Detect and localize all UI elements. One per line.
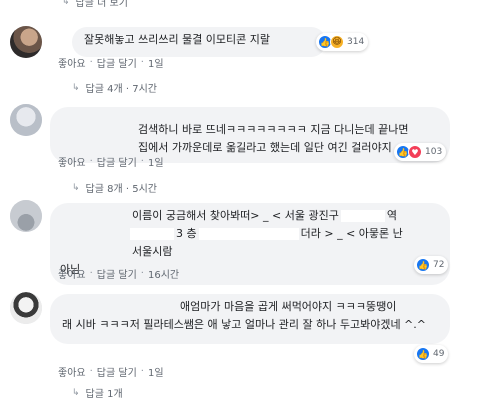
replies-label: 답글 4개 · 7시간: [85, 84, 157, 95]
comment-text-line1: 애엄마가 마음을 곱게 써먹어야지 ㅋㅋㅋ뚱땡이: [180, 300, 397, 313]
haha-icon: 😆: [330, 35, 344, 49]
comment-text: 잘못해놓고 쓰리쓰리 물결 이모티콘 지랄: [84, 33, 271, 46]
like-icon: 👍: [416, 347, 430, 361]
avatar[interactable]: [10, 292, 42, 324]
reply-arrow-icon: ↳: [72, 82, 80, 93]
reaction-count: 72: [433, 260, 445, 270]
view-more-replies-link[interactable]: ↳ 답글 더 보기: [62, 0, 128, 9]
like-action[interactable]: 좋아요: [58, 266, 86, 281]
reply-arrow-icon: ↳: [62, 0, 70, 7]
replies-label: 답글 1개: [85, 389, 123, 400]
avatar[interactable]: [10, 200, 42, 232]
reply-arrow-icon: ↳: [72, 387, 80, 398]
reply-action[interactable]: 답글 달기: [97, 266, 137, 281]
avatar[interactable]: [10, 26, 42, 58]
comment-text-line2: 래 시바 ㅋㅋㅋ저 필라테스쌤은 애 낳고 얼마나 관리 잘 하나 두고봐야겠네…: [62, 318, 426, 331]
reaction-summary[interactable]: 👍 😆 314: [316, 33, 369, 51]
reaction-summary[interactable]: 👍 ♥ 103: [394, 143, 447, 161]
comment-bubble: 잘못해놓고 쓰리쓰리 물결 이모티콘 지랄: [72, 27, 326, 57]
comment-text-line2: 3 층 더라 > _ < 아뭏론 난 서울시람: [130, 227, 403, 258]
comment-timestamp: 1일: [147, 158, 164, 169]
comment-actions: 좋아요 · 답글 달기 · 16시간: [58, 266, 180, 281]
reaction-count: 314: [347, 37, 365, 47]
reply-arrow-icon: ↳: [72, 182, 80, 193]
reply-action[interactable]: 답글 달기: [97, 55, 137, 70]
view-replies-link[interactable]: ↳ 답글 8개 · 5시간: [72, 180, 157, 196]
comment-timestamp: 1일: [147, 59, 164, 70]
reaction-count: 49: [433, 349, 445, 359]
love-icon: ♥: [408, 145, 422, 159]
comment-actions: 좋아요 · 답글 달기 · 1일: [58, 154, 164, 169]
comment-actions: 좋아요 · 답글 달기 · 1일: [58, 364, 164, 379]
comment-bubble: 애엄마가 마음을 곱게 써먹어야지 ㅋㅋㅋ뚱땡이 래 시바 ㅋㅋㅋ저 필라테스쌤…: [50, 294, 450, 344]
reply-action[interactable]: 답글 달기: [97, 154, 137, 169]
like-action[interactable]: 좋아요: [58, 364, 86, 379]
view-replies-link[interactable]: ↳ 답글 4개 · 7시간: [72, 80, 157, 96]
comment-timestamp: 16시간: [147, 270, 180, 281]
replies-label: 답글 8개 · 5시간: [85, 184, 157, 195]
reaction-summary[interactable]: 👍 49: [414, 345, 449, 363]
comment-actions: 좋아요 · 답글 달기 · 1일: [58, 55, 164, 70]
reply-action[interactable]: 답글 달기: [97, 364, 137, 379]
redacted-block: [130, 228, 174, 240]
like-icon: 👍: [416, 258, 430, 272]
view-replies-link[interactable]: ↳ 답글 1개: [72, 385, 123, 400]
like-action[interactable]: 좋아요: [58, 154, 86, 169]
reaction-summary[interactable]: 👍 72: [414, 256, 449, 274]
redacted-block: [340, 210, 385, 222]
avatar[interactable]: [10, 104, 42, 136]
redacted-block: [198, 228, 299, 240]
reaction-count: 103: [425, 147, 443, 157]
like-action[interactable]: 좋아요: [58, 55, 86, 70]
view-more-replies-label: 답글 더 보기: [75, 0, 128, 9]
comment-timestamp: 1일: [147, 368, 164, 379]
comment-text: 검색하니 바로 뜨네ㅋㅋㅋㅋㅋㅋㅋㅋ 지금 다니는데 끝나면 집에서 가까운데로…: [138, 123, 409, 154]
comment-text-line1: 이름이 궁금해서 찾아봐떠> _ < 서울 광진구 역: [132, 209, 397, 222]
